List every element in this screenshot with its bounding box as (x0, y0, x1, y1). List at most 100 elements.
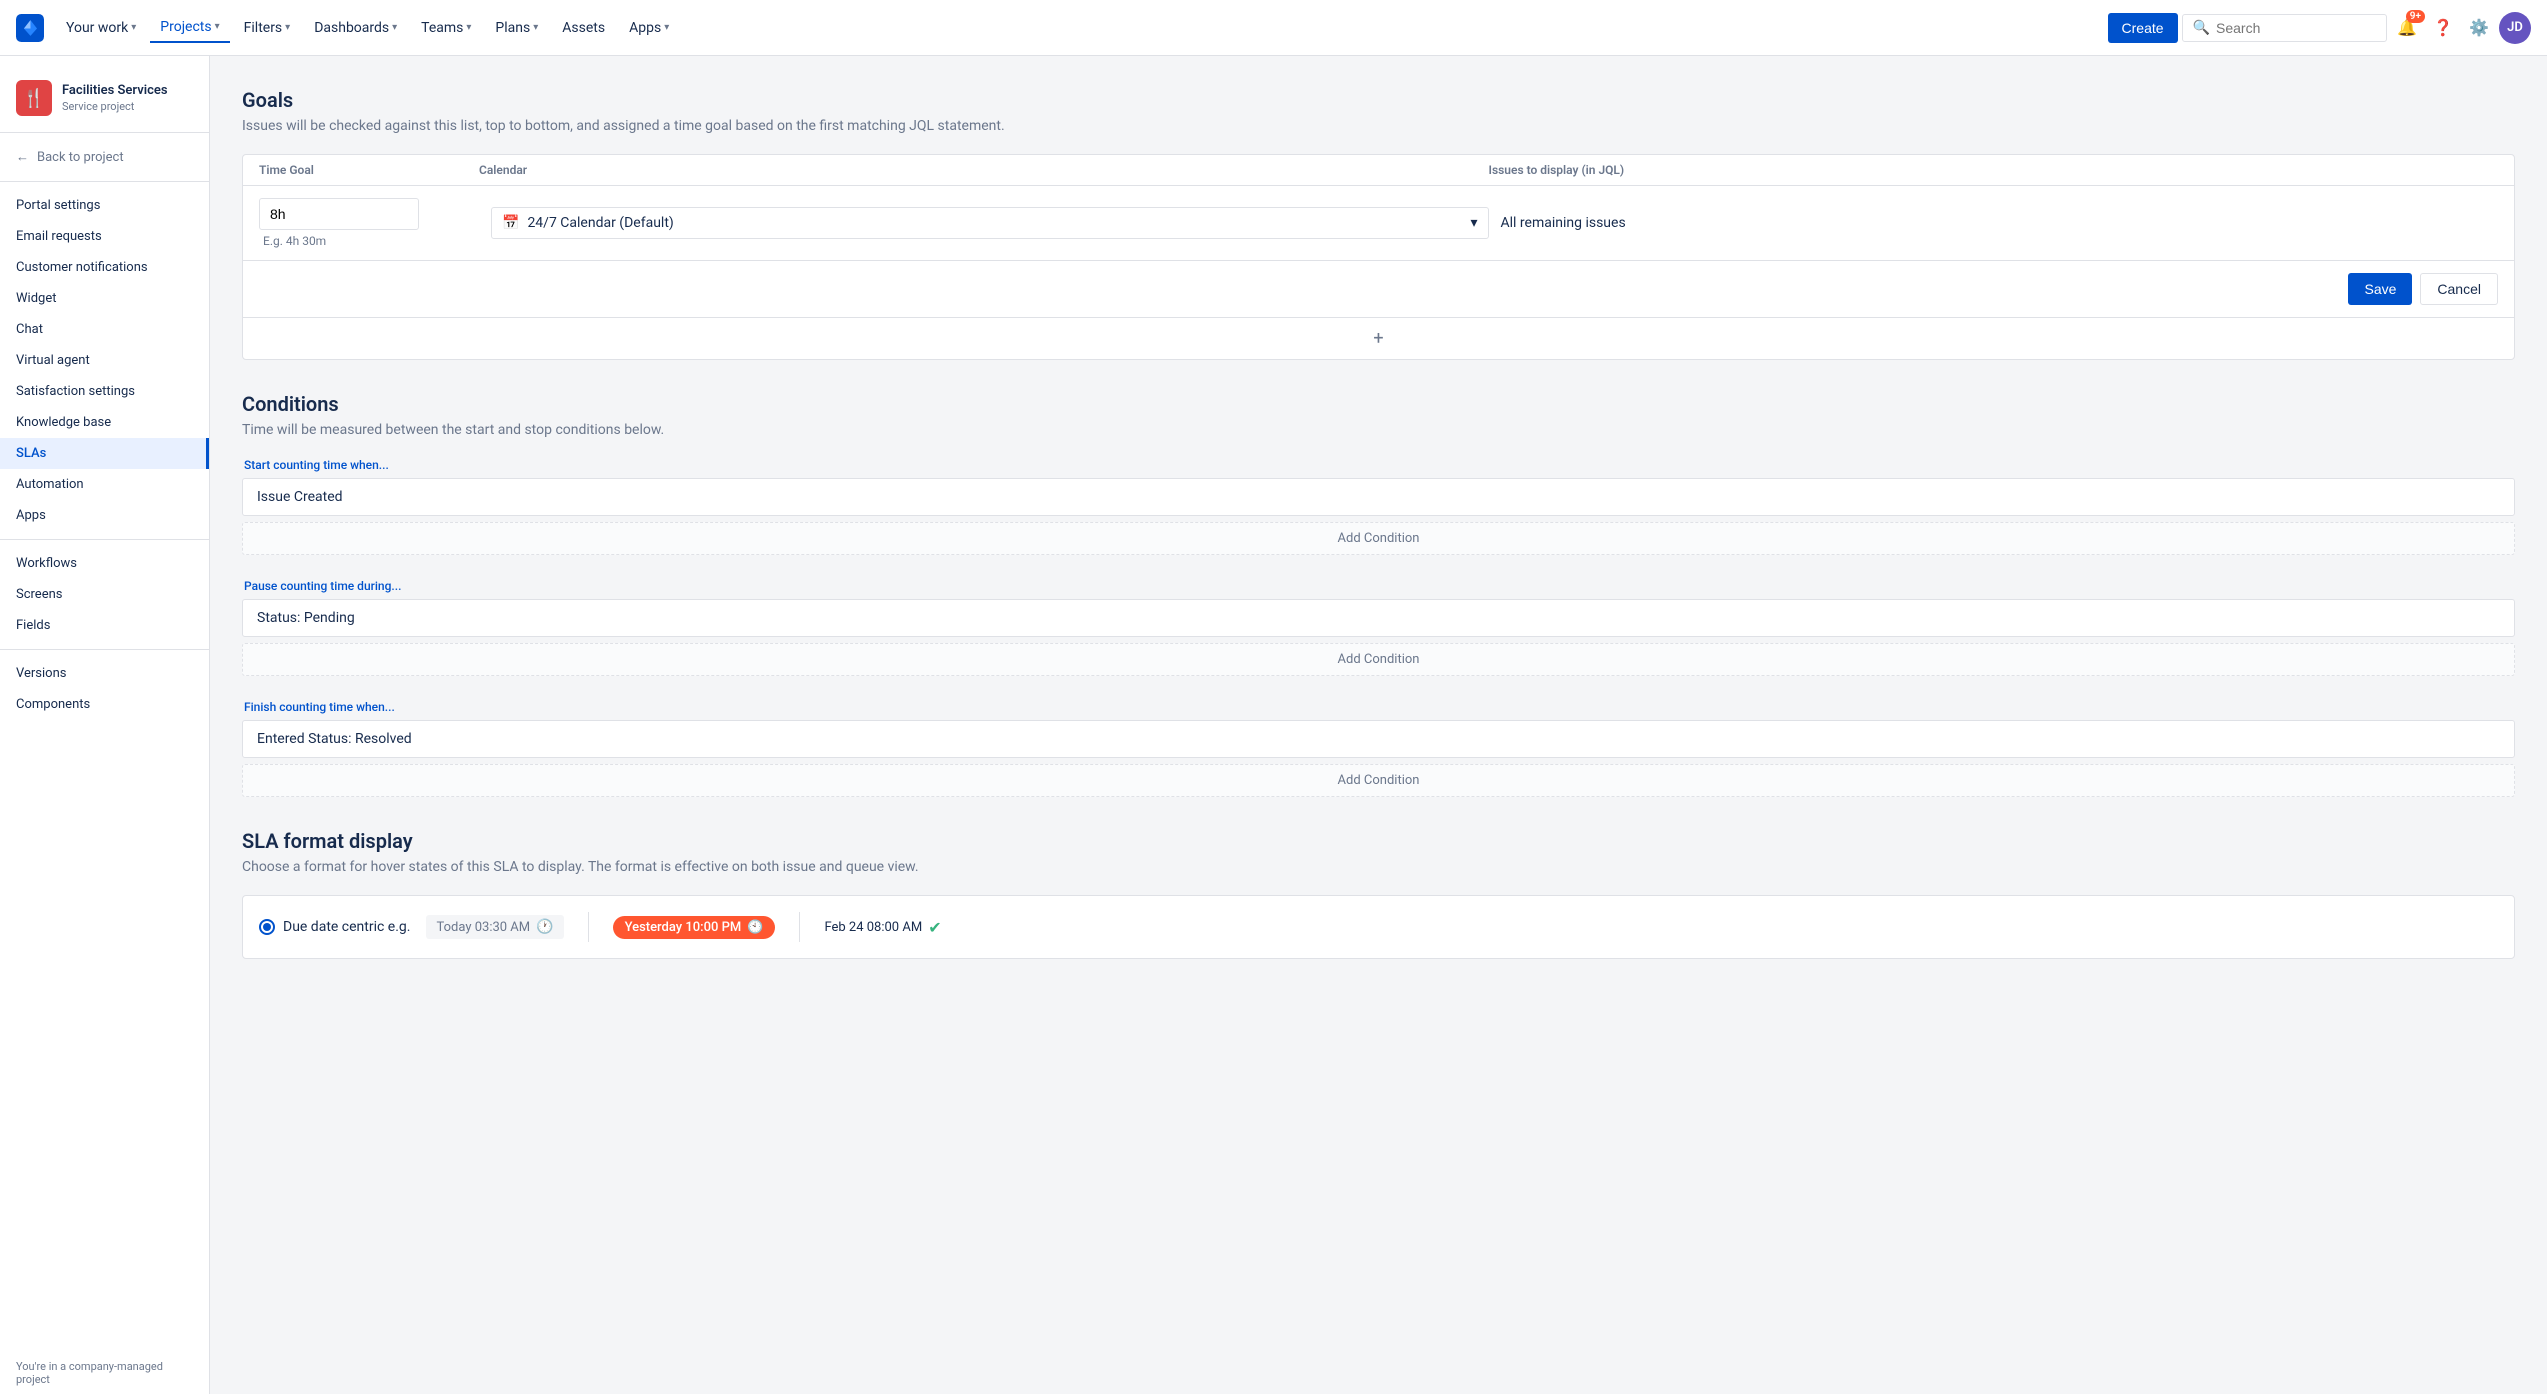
chevron-down-icon: ▾ (533, 22, 538, 33)
chevron-down-icon: ▾ (466, 22, 471, 33)
goals-description: Issues will be checked against this list… (242, 118, 2515, 134)
chevron-down-icon: ▾ (215, 21, 220, 32)
nav-dashboards[interactable]: Dashboards ▾ (304, 14, 407, 42)
sidebar-item-knowledge-base[interactable]: Knowledge base (0, 407, 209, 438)
back-icon: ← (16, 149, 29, 165)
start-condition-chip: Issue Created (242, 478, 2515, 516)
sidebar-divider-3 (0, 649, 209, 650)
nav-plans[interactable]: Plans ▾ (485, 14, 548, 42)
notifications-button[interactable]: 🔔 9+ (2391, 12, 2423, 44)
example-today: Today 03:30 AM 🕐 (426, 915, 563, 939)
sidebar-item-chat[interactable]: Chat (0, 314, 209, 345)
conditions-description: Time will be measured between the start … (242, 422, 2515, 438)
finish-condition-chip: Entered Status: Resolved (242, 720, 2515, 758)
overdue-clock-icon: 🕙 (747, 920, 763, 935)
check-icon: ✔ (928, 918, 941, 937)
sidebar-divider-2 (0, 539, 209, 540)
chevron-down-icon: ▾ (131, 22, 136, 33)
sidebar-item-slas[interactable]: SLAs (0, 438, 209, 469)
settings-button[interactable]: ⚙️ (2463, 12, 2495, 44)
sla-format-description: Choose a format for hover states of this… (242, 859, 2515, 875)
pause-condition-group: Pause counting time during... Status: Pe… (242, 579, 2515, 676)
avatar[interactable]: JD (2499, 12, 2531, 44)
nav-your-work[interactable]: Your work ▾ (56, 14, 146, 42)
vertical-divider (588, 912, 589, 942)
header-time-goal: Time Goal (259, 163, 479, 177)
main-content: Goals Issues will be checked against thi… (210, 56, 2547, 1394)
sidebar-item-versions[interactable]: Versions (0, 658, 209, 689)
sidebar-item-components[interactable]: Components (0, 689, 209, 720)
sidebar-item-apps[interactable]: Apps (0, 500, 209, 531)
create-button[interactable]: Create (2108, 13, 2178, 43)
sidebar-item-email-requests[interactable]: Email requests (0, 221, 209, 252)
project-header: 🍴 Facilities Services Service project (0, 72, 209, 133)
project-name: Facilities Services (62, 83, 168, 100)
nav-apps[interactable]: Apps ▾ (619, 14, 679, 42)
time-hint: E.g. 4h 30m (259, 234, 479, 248)
nav-projects[interactable]: Projects ▾ (150, 13, 229, 43)
time-goal-input[interactable] (259, 198, 419, 230)
sidebar-item-workflows[interactable]: Workflows (0, 548, 209, 579)
ok-example: Feb 24 08:00 AM ✔ (824, 918, 941, 937)
due-date-centric-option[interactable]: Due date centric e.g. (259, 919, 410, 935)
due-date-label: Due date centric e.g. (283, 919, 410, 935)
pause-add-condition-button[interactable]: Add Condition (242, 643, 2515, 676)
jira-logo[interactable] (16, 14, 44, 42)
plus-icon: + (1373, 328, 1383, 349)
sidebar-item-portal-settings[interactable]: Portal settings (0, 190, 209, 221)
chevron-down-icon: ▾ (392, 22, 397, 33)
calendar-cell: 📅 24/7 Calendar (Default) ▾ (491, 207, 1489, 239)
search-icon: 🔍 (2193, 20, 2210, 36)
radio-due-date (259, 919, 275, 935)
overdue-badge: Yesterday 10:00 PM 🕙 (613, 916, 776, 939)
nav-filters[interactable]: Filters ▾ (234, 14, 301, 42)
header-calendar: Calendar (479, 163, 1489, 177)
back-to-project[interactable]: ← Back to project (0, 141, 209, 173)
start-condition-group: Start counting time when... Issue Create… (242, 458, 2515, 555)
chevron-down-icon: ▾ (664, 22, 669, 33)
save-button[interactable]: Save (2348, 273, 2412, 305)
goals-title: Goals (242, 88, 2515, 112)
calendar-select[interactable]: 📅 24/7 Calendar (Default) ▾ (491, 207, 1489, 239)
pause-condition-label: Pause counting time during... (242, 579, 2515, 593)
goals-table-header: Time Goal Calendar Issues to display (in… (243, 155, 2514, 186)
finish-add-condition-button[interactable]: Add Condition (242, 764, 2515, 797)
cancel-button[interactable]: Cancel (2420, 273, 2498, 305)
finish-condition-group: Finish counting time when... Entered Sta… (242, 700, 2515, 797)
add-goal-row-button[interactable]: + (243, 317, 2514, 359)
sidebar-item-satisfaction-settings[interactable]: Satisfaction settings (0, 376, 209, 407)
conditions-section: Conditions Time will be measured between… (242, 392, 2515, 797)
start-add-condition-button[interactable]: Add Condition (242, 522, 2515, 555)
sidebar-item-widget[interactable]: Widget (0, 283, 209, 314)
start-condition-label: Start counting time when... (242, 458, 2515, 472)
nav-teams[interactable]: Teams ▾ (411, 14, 481, 42)
format-options-card: Due date centric e.g. Today 03:30 AM 🕐 Y… (242, 895, 2515, 959)
sidebar-footer: You're in a company-managed project (0, 1352, 209, 1394)
goals-table-row: E.g. 4h 30m 📅 24/7 Calendar (Default) ▾ … (243, 186, 2514, 260)
nav-assets[interactable]: Assets (552, 14, 615, 42)
finish-condition-label: Finish counting time when... (242, 700, 2515, 714)
sla-format-section: SLA format display Choose a format for h… (242, 829, 2515, 959)
sidebar-item-customer-notifications[interactable]: Customer notifications (0, 252, 209, 283)
conditions-title: Conditions (242, 392, 2515, 416)
search-input[interactable] (2216, 20, 2376, 36)
sidebar-item-screens[interactable]: Screens (0, 579, 209, 610)
goals-actions: Save Cancel (243, 260, 2514, 317)
header-issues: Issues to display (in JQL) (1489, 163, 2499, 177)
chevron-down-icon: ▾ (1470, 215, 1477, 231)
calendar-value: 24/7 Calendar (Default) (527, 215, 673, 231)
help-button[interactable]: ❓ (2427, 12, 2459, 44)
issues-value: All remaining issues (1501, 215, 1626, 231)
project-type: Service project (62, 100, 168, 113)
top-navigation: Your work ▾ Projects ▾ Filters ▾ Dashboa… (0, 0, 2547, 56)
sidebar-item-automation[interactable]: Automation (0, 469, 209, 500)
sla-format-title: SLA format display (242, 829, 2515, 853)
sidebar: 🍴 Facilities Services Service project ← … (0, 56, 210, 1394)
sidebar-item-fields[interactable]: Fields (0, 610, 209, 641)
search-bar[interactable]: 🔍 (2182, 14, 2387, 42)
clock-icon: 🕐 (536, 919, 553, 935)
time-goal-cell: E.g. 4h 30m (259, 198, 479, 248)
sidebar-item-virtual-agent[interactable]: Virtual agent (0, 345, 209, 376)
goals-section: Goals Issues will be checked against thi… (242, 88, 2515, 360)
vertical-divider-2 (799, 912, 800, 942)
